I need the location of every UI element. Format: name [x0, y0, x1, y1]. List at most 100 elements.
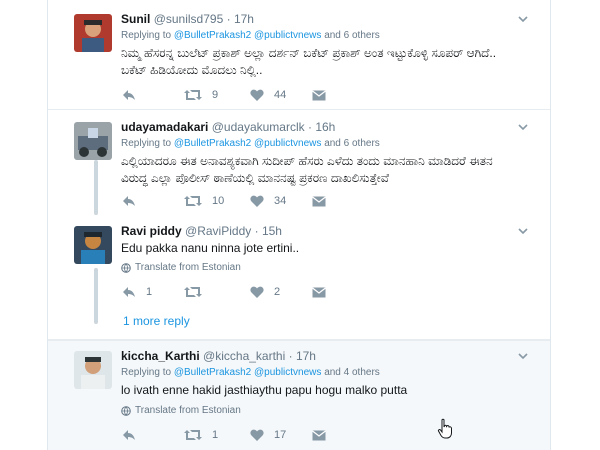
tweet-text: Edu pakka nanu ninna jote ertini.. [121, 240, 299, 257]
replying-suffix[interactable]: and 6 others [324, 138, 380, 149]
retweet-button[interactable] [184, 285, 202, 299]
handle[interactable]: @sunilsd795 [154, 12, 224, 26]
retweet-button[interactable]: 10 [184, 194, 224, 208]
tweet-kiccha-karthi[interactable]: kiccha_Karthi @kiccha_karthi · 17h Reply… [48, 340, 550, 450]
replying-to: Replying to @BulletPrakash2 @publictvnew… [121, 367, 380, 378]
tweet-actions: 9 44 [122, 88, 352, 102]
tweet-header: Sunil @sunilsd795 · 17h [121, 12, 254, 26]
globe-icon [121, 262, 131, 273]
like-count: 2 [274, 286, 281, 298]
translate-link[interactable]: Translate from Estonian [121, 405, 241, 416]
chevron-down-icon[interactable] [518, 122, 528, 132]
translate-label[interactable]: Translate from Estonian [135, 262, 241, 273]
handle[interactable]: @udayakumarclk [212, 120, 305, 134]
avatar[interactable] [74, 351, 112, 389]
tweet-text-line: ನಿಮ್ಮ ಹೆಸರನ್ನ ಬುಲೆಟ್ ಪ್ರಕಾಶ್ ಅಲ್ಲಾ ದರ್ಶನ… [121, 46, 497, 60]
dm-button[interactable] [312, 194, 326, 208]
tweet-text: lo ivath enne hakid jasthiaythu papu hog… [121, 382, 407, 399]
replying-to-link[interactable]: @BulletPrakash2 @publictvnews [174, 138, 322, 149]
envelope-icon [312, 430, 326, 440]
tweet-ravi-piddy[interactable]: Ravi piddy @RaviPiddy · 15h Edu pakka na… [48, 216, 550, 340]
display-name[interactable]: Sunil [121, 12, 150, 26]
reply-button[interactable] [122, 88, 136, 102]
like-button[interactable]: 34 [250, 194, 286, 208]
tweet-text-line: lo ivath enne hakid jasthiaythu papu hog… [121, 383, 408, 397]
timestamp[interactable]: 17h [296, 349, 316, 363]
reply-button[interactable]: 1 [122, 285, 152, 299]
translate-label[interactable]: Translate from Estonian [135, 405, 241, 416]
separator: · [307, 120, 312, 134]
retweet-button[interactable]: 9 [184, 88, 218, 102]
display-name[interactable]: udayamadakari [121, 120, 208, 134]
display-name[interactable]: Ravi piddy [121, 224, 182, 238]
reply-button[interactable] [122, 428, 136, 442]
replying-to: Replying to @BulletPrakash2 @publictvnew… [121, 138, 380, 149]
replying-prefix: Replying to [121, 367, 172, 378]
like-button[interactable]: 2 [250, 285, 280, 299]
tweet-udayamadakari[interactable]: udayamadakari @udayakumarclk · 16h Reply… [48, 110, 550, 216]
envelope-icon [312, 287, 326, 297]
retweet-button[interactable]: 1 [184, 428, 218, 442]
retweet-count: 1 [212, 429, 219, 441]
envelope-icon [312, 90, 326, 100]
tweet-text-line: ವಿರುದ್ಧ ಎಲ್ಲಾ ಪೊಲೀಸ್ ಠಾಣೆಯಲ್ಲಿ ಮಾನನಷ್ಟ ಪ… [121, 171, 389, 185]
replying-suffix[interactable]: and 6 others [324, 30, 380, 41]
heart-icon [250, 429, 264, 441]
reply-icon [123, 196, 135, 206]
retweet-icon [184, 430, 202, 440]
translate-link[interactable]: Translate from Estonian [121, 262, 241, 273]
handle[interactable]: @RaviPiddy [185, 224, 251, 238]
tweet-text: ಎಲ್ಲಿಯಾದರೂ ಈತ ಅನಾವಶ್ಯಕವಾಗಿ ಸುದೀಪ್ ಹೆಸರು … [121, 153, 493, 187]
dm-button[interactable] [312, 428, 326, 442]
like-count: 17 [274, 429, 287, 441]
envelope-icon [312, 196, 326, 206]
retweet-icon [184, 90, 202, 100]
retweet-icon [184, 196, 202, 206]
thread-connector [94, 160, 98, 215]
handle[interactable]: @kiccha_karthi [203, 349, 285, 363]
retweet-count: 9 [212, 89, 219, 101]
replying-suffix[interactable]: and 4 others [324, 367, 380, 378]
avatar[interactable] [74, 14, 112, 52]
like-count: 44 [274, 89, 287, 101]
retweet-count: 10 [212, 195, 225, 207]
tweet-header: udayamadakari @udayakumarclk · 16h [121, 120, 335, 134]
timestamp[interactable]: 17h [234, 12, 254, 26]
timestamp[interactable]: 16h [315, 120, 335, 134]
tweet-header: Ravi piddy @RaviPiddy · 15h [121, 224, 282, 238]
reply-icon [123, 287, 135, 297]
globe-icon [121, 405, 131, 416]
chevron-down-icon[interactable] [518, 351, 528, 361]
replying-to-link[interactable]: @BulletPrakash2 @publictvnews [174, 30, 322, 41]
tweet-text-line: Edu pakka nanu ninna jote ertini.. [121, 241, 300, 255]
tweet-sunil[interactable]: Sunil @sunilsd795 · 17h Replying to @Bul… [48, 0, 550, 110]
avatar[interactable] [74, 122, 112, 160]
avatar[interactable] [74, 226, 112, 264]
tweet-header: kiccha_Karthi @kiccha_karthi · 17h [121, 349, 316, 363]
retweet-icon [184, 287, 202, 297]
replying-prefix: Replying to [121, 138, 172, 149]
more-reply-link[interactable]: 1 more reply [123, 314, 190, 328]
replying-to: Replying to @BulletPrakash2 @publictvnew… [121, 30, 380, 41]
like-button[interactable]: 44 [250, 88, 286, 102]
chevron-down-icon[interactable] [518, 226, 528, 236]
heart-icon [250, 195, 264, 207]
tweet-text: ನಿಮ್ಮ ಹೆಸರನ್ನ ಬುಲೆಟ್ ಪ್ರಕಾಶ್ ಅಲ್ಲಾ ದರ್ಶನ… [121, 45, 496, 79]
chevron-down-icon[interactable] [518, 14, 528, 24]
reply-count: 1 [146, 286, 153, 298]
reply-button[interactable] [122, 194, 136, 208]
separator: · [288, 349, 293, 363]
reply-icon [123, 90, 135, 100]
tweet-actions: 1 2 [122, 285, 352, 299]
display-name[interactable]: kiccha_Karthi [121, 349, 200, 363]
heart-icon [250, 89, 264, 101]
timestamp[interactable]: 15h [262, 224, 282, 238]
tweet-text-line: ಬಕೆಟ್ ಹಿಡಿಯೋದು ಮೊದಲು ನಿಲ್ಲಿ.. [121, 63, 263, 77]
separator: · [254, 224, 259, 238]
reply-thread-panel: Sunil @sunilsd795 · 17h Replying to @Bul… [47, 0, 551, 450]
reply-icon [123, 430, 135, 440]
replying-to-link[interactable]: @BulletPrakash2 @publictvnews [174, 367, 322, 378]
dm-button[interactable] [312, 285, 326, 299]
like-button[interactable]: 17 [250, 428, 286, 442]
dm-button[interactable] [312, 88, 326, 102]
